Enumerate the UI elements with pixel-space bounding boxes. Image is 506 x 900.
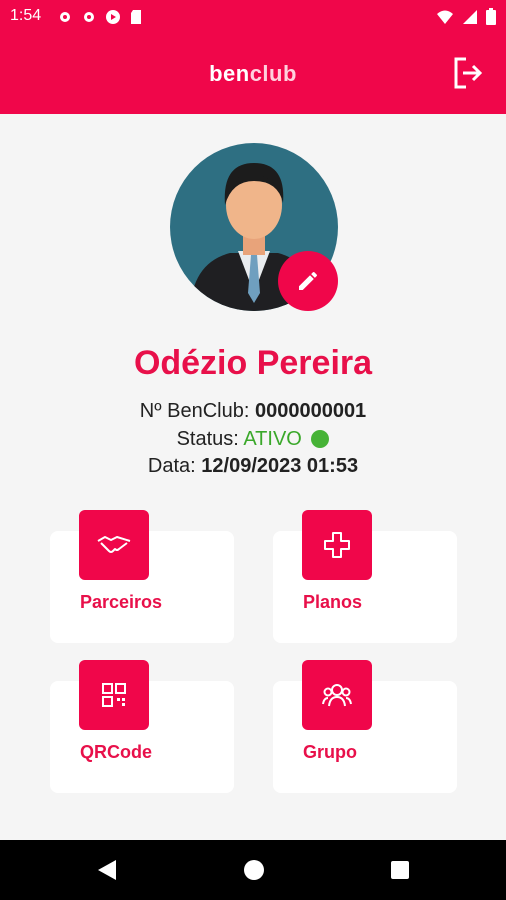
menu-label-planos: Planos <box>303 592 363 612</box>
profile-name: Odézio Pereira <box>133 344 373 382</box>
benclub-number: 0000000001 <box>254 400 367 422</box>
brand-logo: benclub <box>0 61 506 87</box>
status-row: Status: ATIVO <box>0 428 506 451</box>
handshake-icon <box>97 536 131 553</box>
menu-tile-planos[interactable] <box>302 510 372 580</box>
battery-icon <box>486 8 496 25</box>
back-icon[interactable] <box>96 858 118 882</box>
menu-tile-parceiros[interactable] <box>79 510 149 580</box>
date-value: 12/09/2023 01:53 <box>201 455 359 477</box>
pencil-icon <box>299 271 318 290</box>
settings-icon <box>60 12 70 22</box>
system-nav-bar <box>0 840 506 900</box>
date-row: Data: 12/09/2023 01:53 <box>0 455 506 478</box>
menu-label-parceiros: Parceiros <box>80 592 163 612</box>
sd-card-icon <box>131 10 141 24</box>
menu-tile-grupo[interactable] <box>302 660 372 730</box>
benclub-label: Nº BenClub: <box>139 400 250 422</box>
status-label: Status: <box>176 428 239 450</box>
status-indicator-dot <box>311 430 330 448</box>
status-value: ATIVO <box>243 428 302 450</box>
wifi-icon <box>437 10 453 24</box>
logout-icon[interactable] <box>452 56 484 90</box>
status-bar: 1:54 <box>0 0 506 34</box>
signal-icon <box>463 9 477 24</box>
brand-ben: ben <box>209 61 250 86</box>
status-time: 1:54 <box>10 7 42 24</box>
menu-label-qrcode: QRCode <box>80 742 152 762</box>
home-icon[interactable] <box>243 858 265 882</box>
settings-icon <box>84 12 94 22</box>
menu-label-grupo: Grupo <box>303 742 357 762</box>
edit-photo-button[interactable] <box>278 251 338 311</box>
benclub-number-row: Nº BenClub: 0000000001 <box>0 400 506 423</box>
recents-icon[interactable] <box>389 858 411 882</box>
menu-tile-qrcode[interactable] <box>79 660 149 730</box>
brand-club: club <box>249 61 297 86</box>
play-icon <box>106 10 120 24</box>
app-bar: benclub <box>0 34 506 114</box>
group-icon <box>322 684 352 707</box>
date-label: Data: <box>147 455 196 477</box>
plus-icon <box>324 532 350 558</box>
qrcode-icon <box>102 683 126 707</box>
